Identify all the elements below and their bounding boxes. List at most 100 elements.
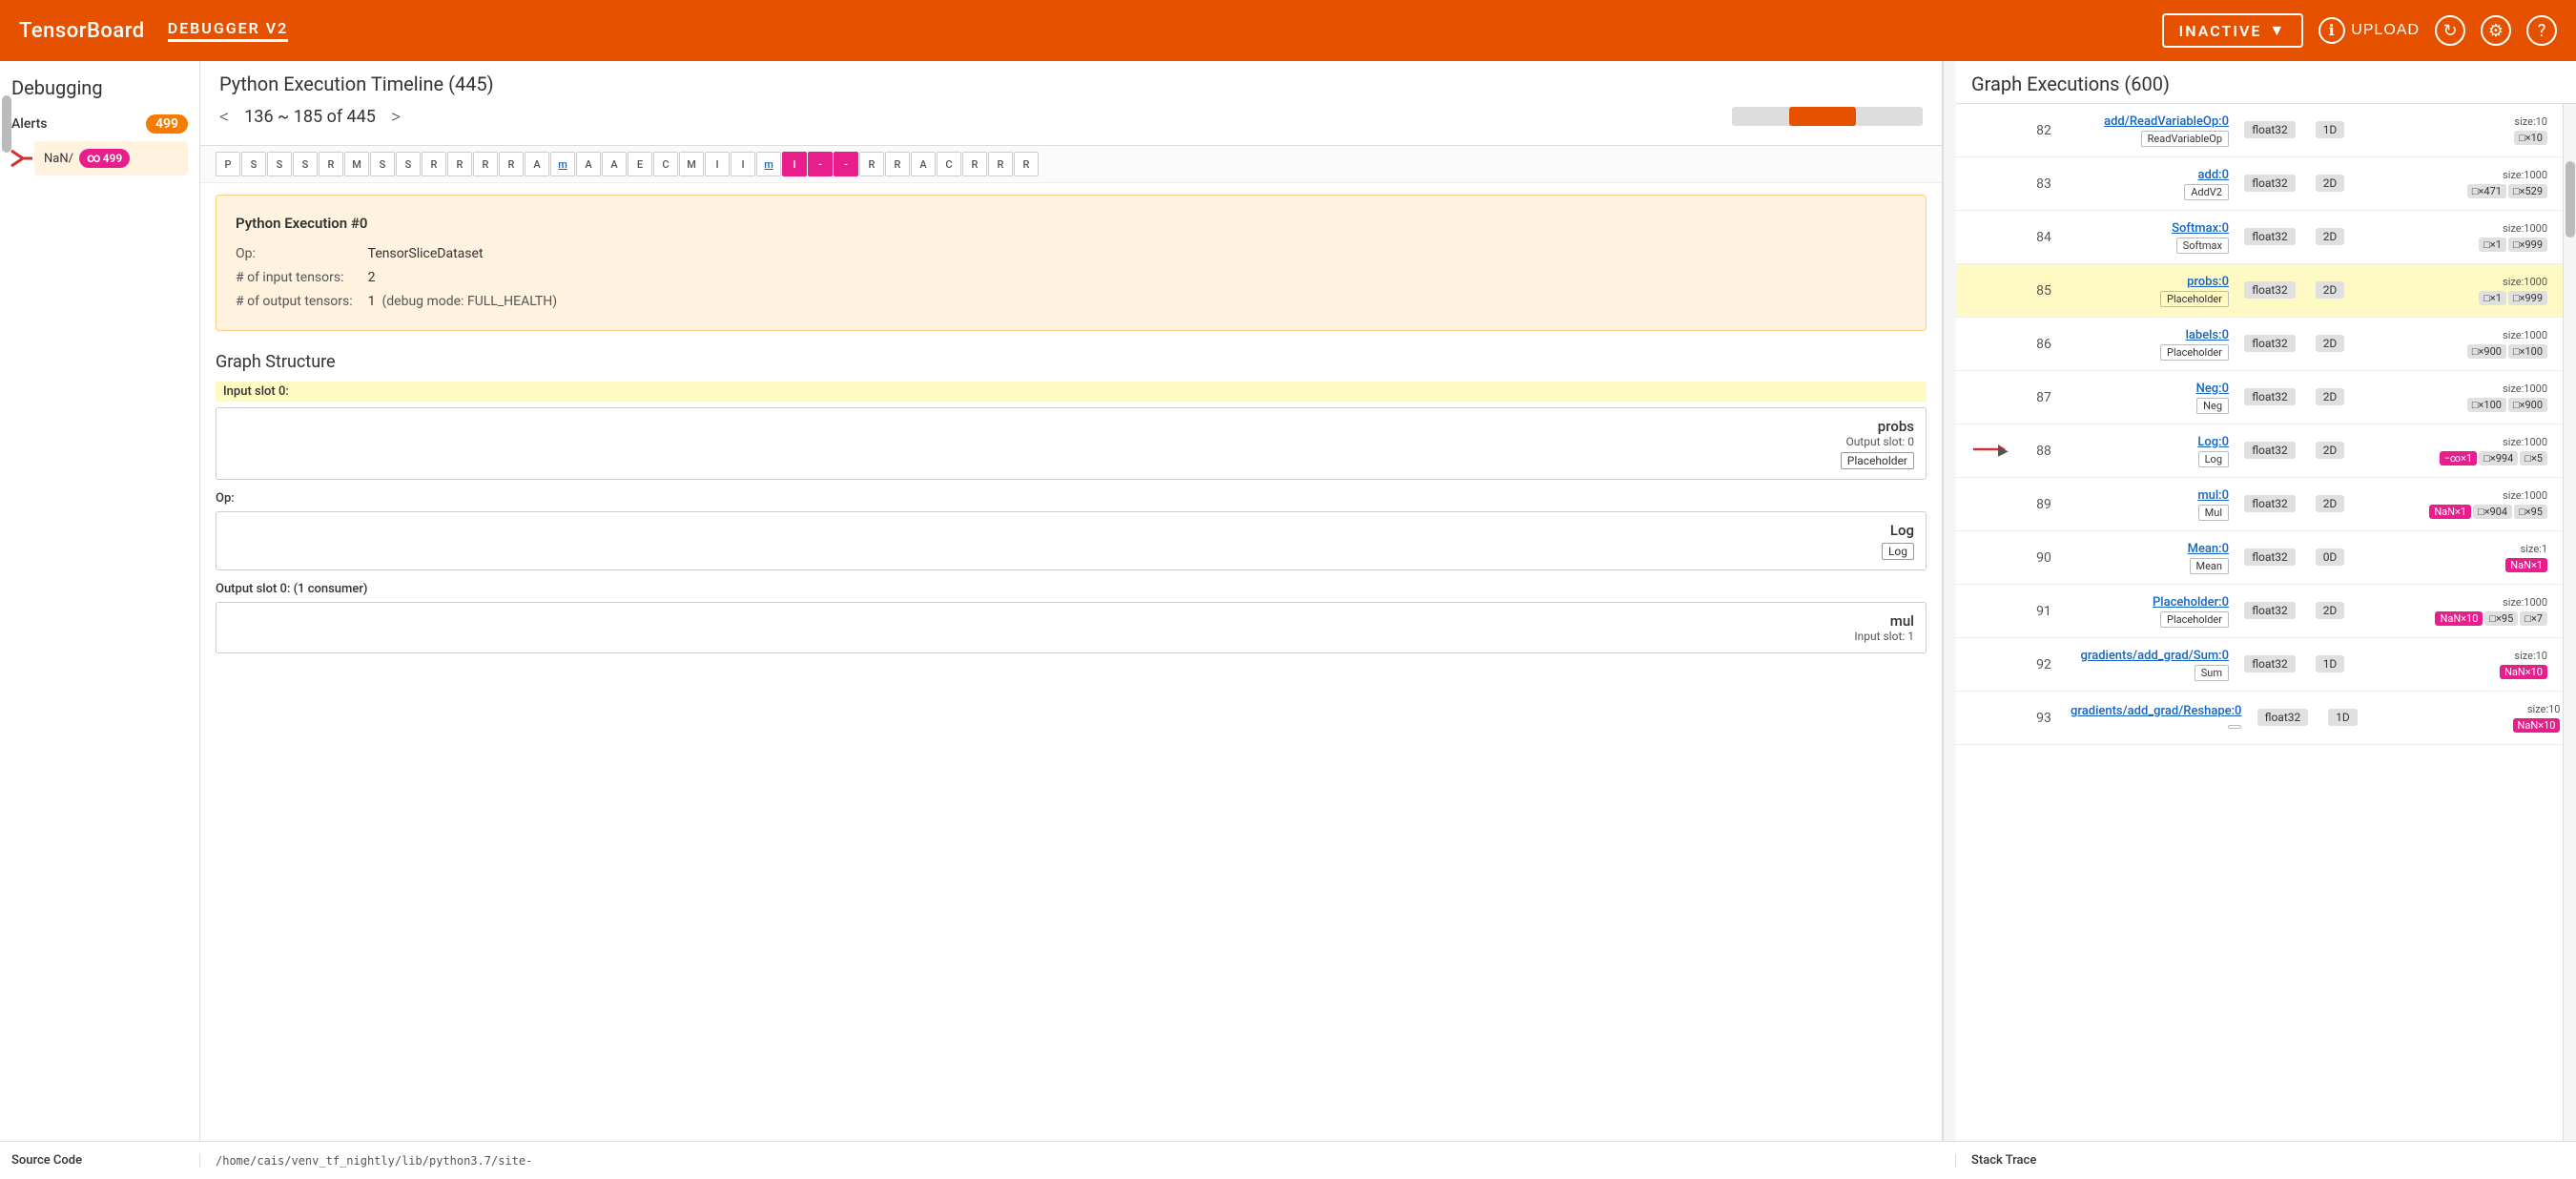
timeline-chip-25[interactable]: R bbox=[859, 152, 884, 176]
row-dim-90: 0D bbox=[2311, 550, 2349, 565]
info-icon: ℹ bbox=[2318, 17, 2345, 44]
op-tag: Log bbox=[1882, 543, 1914, 560]
row-num-93: 93 bbox=[2025, 711, 2063, 726]
timeline-bar-container bbox=[1732, 107, 1923, 126]
exec-info-title: Python Execution #0 bbox=[236, 211, 1906, 237]
row-dim-93: 1D bbox=[2323, 711, 2361, 725]
exec-row-89[interactable]: 89mul:0Mulfloat322Dsize:1000NaN×1□×904□×… bbox=[1956, 478, 2563, 531]
timeline-chip-29[interactable]: R bbox=[962, 152, 987, 176]
row-op-name-90[interactable]: Mean:0Mean bbox=[2071, 542, 2229, 574]
upload-button[interactable]: ℹ UPLOAD bbox=[2318, 17, 2420, 44]
op-value: TensorSliceDataset bbox=[368, 242, 557, 266]
row-op-name-87[interactable]: Neg:0Neg bbox=[2071, 382, 2229, 414]
center-scrollbar[interactable] bbox=[1943, 61, 1956, 1141]
exec-row-84[interactable]: 84Softmax:0Softmaxfloat322Dsize:1000□×1□… bbox=[1956, 211, 2563, 264]
row-op-name-84[interactable]: Softmax:0Softmax bbox=[2071, 221, 2229, 254]
row-size-83: size:1000□×471□×529 bbox=[2357, 169, 2547, 198]
row-op-name-83[interactable]: add:0AddV2 bbox=[2071, 168, 2229, 200]
exec-row-87[interactable]: 87Neg:0Negfloat322Dsize:1000□×100□×900 bbox=[1956, 371, 2563, 424]
row-dtype-90: float32 bbox=[2236, 550, 2303, 565]
input-slot-name: probs bbox=[1841, 418, 1914, 435]
timeline-chip-9[interactable]: R bbox=[447, 152, 472, 176]
settings-icon[interactable]: ⚙ bbox=[2481, 15, 2511, 46]
timeline-chip-8[interactable]: R bbox=[422, 152, 446, 176]
exec-row-93[interactable]: 93gradients/add_grad/Reshape:0float321Ds… bbox=[1956, 692, 2563, 745]
timeline-chip-27[interactable]: A bbox=[911, 152, 936, 176]
row-op-name-91[interactable]: Placeholder:0Placeholder bbox=[2071, 595, 2229, 628]
timeline-chip-4[interactable]: R bbox=[319, 152, 343, 176]
expand-col-88[interactable]: ▶ bbox=[1998, 444, 2017, 459]
dropdown-arrow-icon: ▼ bbox=[2269, 21, 2286, 40]
row-op-name-82[interactable]: add/ReadVariableOp:0ReadVariableOp bbox=[2071, 114, 2229, 147]
right-panel-body: 82 add/ReadVariableOp:0ReadVariableOp floa… bbox=[1956, 104, 2576, 1141]
timeline-chip-19[interactable]: I bbox=[705, 152, 730, 176]
timeline-chip-16[interactable]: E bbox=[628, 152, 652, 176]
help-icon[interactable]: ? bbox=[2526, 15, 2557, 46]
timeline-chip-18[interactable]: M bbox=[679, 152, 704, 176]
row-op-name-88[interactable]: Log:0Log bbox=[2071, 435, 2229, 467]
nan-alert-item[interactable]: NaN/ ∞ 499 bbox=[34, 141, 188, 176]
timeline-chip-17[interactable]: C bbox=[653, 152, 678, 176]
exec-row-82[interactable]: 82 add/ReadVariableOp:0ReadVariableOp floa… bbox=[1956, 104, 2563, 157]
timeline-chip-23[interactable]: - bbox=[808, 152, 833, 176]
right-panel-scrollbar[interactable] bbox=[2563, 104, 2576, 1141]
row-size-92: size:10NaN×10 bbox=[2357, 650, 2547, 679]
timeline-chip-12[interactable]: A bbox=[525, 152, 549, 176]
graph-executions-title: Graph Executions (600) bbox=[1971, 72, 2561, 95]
scroll-thumb bbox=[2566, 161, 2575, 238]
prev-arrow[interactable]: < bbox=[219, 105, 229, 128]
row-dtype-83: float32 bbox=[2236, 176, 2303, 191]
timeline-chip-21[interactable]: m bbox=[756, 152, 781, 176]
row-num-82: 82 bbox=[2025, 123, 2063, 138]
timeline-chip-22[interactable]: I bbox=[782, 152, 807, 176]
row-dtype-92: float32 bbox=[2236, 657, 2303, 672]
row-op-name-89[interactable]: mul:0Mul bbox=[2071, 488, 2229, 521]
row-op-name-86[interactable]: labels:0Placeholder bbox=[2071, 328, 2229, 361]
row-dim-85: 2D bbox=[2311, 283, 2349, 298]
row-dtype-82: float32 bbox=[2236, 123, 2303, 137]
row-dtype-91: float32 bbox=[2236, 604, 2303, 618]
timeline-chip-5[interactable]: M bbox=[344, 152, 369, 176]
timeline-chip-15[interactable]: A bbox=[602, 152, 627, 176]
status-dropdown[interactable]: INACTIVE ▼ bbox=[2162, 13, 2304, 48]
timeline-chip-30[interactable]: R bbox=[988, 152, 1013, 176]
exec-row-90[interactable]: 90Mean:0Meanfloat320Dsize:1NaN×1 bbox=[1956, 531, 2563, 585]
input-slot-sub: Output slot: 0 bbox=[1841, 435, 1914, 448]
timeline-chip-24[interactable]: - bbox=[834, 152, 858, 176]
arrow-down-icon bbox=[8, 145, 34, 172]
timeline-chip-11[interactable]: R bbox=[499, 152, 524, 176]
row-num-86: 86 bbox=[2025, 337, 2063, 352]
timeline-chip-2[interactable]: S bbox=[267, 152, 292, 176]
timeline-track[interactable] bbox=[1732, 107, 1923, 126]
row-op-name-92[interactable]: gradients/add_grad/Sum:0Sum bbox=[2071, 649, 2229, 681]
timeline-chip-14[interactable]: A bbox=[576, 152, 601, 176]
exec-row-88[interactable]: ▶88Log:0Logfloat322Dsize:1000−∞×1□×994□×… bbox=[1956, 424, 2563, 478]
row-op-name-85[interactable]: probs:0Placeholder bbox=[2071, 275, 2229, 307]
exec-row-83[interactable]: 83add:0AddV2float322Dsize:1000□×471□×529 bbox=[1956, 157, 2563, 211]
center-panel: Python Execution Timeline (445) < 136 ~ … bbox=[200, 61, 1943, 1141]
timeline-chip-6[interactable]: S bbox=[370, 152, 395, 176]
timeline-chip-31[interactable]: R bbox=[1014, 152, 1039, 176]
exec-row-91[interactable]: 91Placeholder:0Placeholderfloat322Dsize:… bbox=[1956, 585, 2563, 638]
exec-row-85[interactable]: 85probs:0Placeholderfloat322Dsize:1000□×… bbox=[1956, 264, 2563, 318]
row-dtype-86: float32 bbox=[2236, 337, 2303, 351]
exec-row-86[interactable]: 86labels:0Placeholderfloat322Dsize:1000□… bbox=[1956, 318, 2563, 371]
timeline-chip-26[interactable]: R bbox=[885, 152, 910, 176]
timeline-chip-13[interactable]: m bbox=[550, 152, 575, 176]
timeline-chip-0[interactable]: P bbox=[216, 152, 240, 176]
next-arrow[interactable]: > bbox=[391, 105, 401, 128]
timeline-chip-7[interactable]: S bbox=[396, 152, 421, 176]
main-layout: Debugging Alerts 499 NaN/ ∞ 499 Python E… bbox=[0, 61, 2576, 1141]
right-panel: Graph Executions (600) 82 add/ReadVariabl… bbox=[1956, 61, 2576, 1141]
nan-count: 499 bbox=[103, 152, 123, 165]
refresh-icon[interactable]: ↻ bbox=[2435, 15, 2465, 46]
row-op-name-93[interactable]: gradients/add_grad/Reshape:0 bbox=[2071, 704, 2241, 733]
timeline-chip-28[interactable]: C bbox=[937, 152, 961, 176]
exec-row-92[interactable]: 92gradients/add_grad/Sum:0Sumfloat321Dsi… bbox=[1956, 638, 2563, 692]
timeline-chip-20[interactable]: I bbox=[731, 152, 755, 176]
timeline-chip-10[interactable]: R bbox=[473, 152, 498, 176]
source-path: /home/cais/venv_tf_nightly/lib/python3.7… bbox=[200, 1154, 1956, 1168]
timeline-chip-1[interactable]: S bbox=[241, 152, 266, 176]
timeline-chip-3[interactable]: S bbox=[293, 152, 318, 176]
row-dtype-85: float32 bbox=[2236, 283, 2303, 298]
